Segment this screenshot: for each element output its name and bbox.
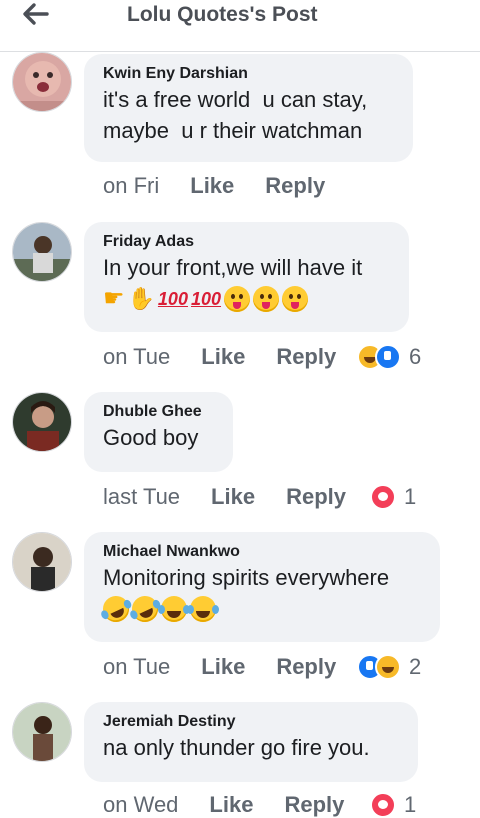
tongue-face-icon xyxy=(224,286,251,312)
reply-button[interactable]: Reply xyxy=(265,173,325,199)
love-reaction-icon xyxy=(370,484,396,510)
like-reaction-icon xyxy=(375,344,401,370)
hundred-points-icon: 100 xyxy=(157,289,188,309)
like-button[interactable]: Like xyxy=(190,173,234,199)
emoji-row xyxy=(98,591,420,627)
arrow-left-icon xyxy=(23,3,49,25)
comment-bubble: Dhuble Ghee Good boy xyxy=(84,392,233,472)
love-reaction-icon xyxy=(370,792,396,818)
haha-reaction-icon xyxy=(375,654,401,680)
like-button[interactable]: Like xyxy=(201,654,245,680)
reply-button[interactable]: Reply xyxy=(286,484,346,510)
comment-text: it's a free world u can stay, maybe u r … xyxy=(103,87,368,143)
reaction-count: 6 xyxy=(409,344,422,369)
comment-time[interactable]: on Wed xyxy=(103,792,178,818)
like-button[interactable]: Like xyxy=(209,792,253,818)
reply-button[interactable]: Reply xyxy=(276,654,336,680)
comment-text: In your front,we will have it xyxy=(103,255,363,280)
rolling-laugh-icon xyxy=(98,591,134,627)
reaction-summary[interactable]: 1 xyxy=(370,484,416,510)
comment-text: na only thunder go fire you. xyxy=(103,735,370,760)
back-button[interactable] xyxy=(20,0,52,28)
comment-bubble: Friday Adas In your front,we will have i… xyxy=(84,222,409,332)
hundred-points-icon: 100 xyxy=(190,289,222,309)
comment-author[interactable]: Friday Adas xyxy=(103,232,389,252)
post-header: Lolu Quotes's Post xyxy=(0,0,480,52)
comment-bubble: Michael Nwankwo Monitoring spirits every… xyxy=(84,532,440,642)
comment-author[interactable]: Kwin Eny Darshian xyxy=(103,64,393,84)
comment-time[interactable]: on Fri xyxy=(103,173,159,199)
comment-actions: on Fri Like Reply xyxy=(103,173,325,199)
reaction-count: 2 xyxy=(409,654,422,679)
reaction-count: 1 xyxy=(404,792,417,817)
tears-of-joy-icon xyxy=(187,596,219,622)
reaction-summary[interactable]: 2 xyxy=(357,654,421,680)
comment-time[interactable]: on Tue xyxy=(103,654,170,680)
comment-author[interactable]: Jeremiah Destiny xyxy=(103,712,398,732)
avatar[interactable] xyxy=(12,392,72,452)
reaction-count: 1 xyxy=(404,484,417,509)
reaction-summary[interactable]: 6 xyxy=(357,344,421,370)
avatar[interactable] xyxy=(12,52,72,112)
avatar[interactable] xyxy=(12,702,72,762)
comment-actions: on Tue Like Reply xyxy=(103,654,336,680)
comment-actions: on Wed Like Reply xyxy=(103,792,344,818)
comment-bubble: Kwin Eny Darshian it's a free world u ca… xyxy=(84,54,413,162)
tears-of-joy-icon xyxy=(158,596,190,622)
comment-time[interactable]: last Tue xyxy=(103,484,180,510)
like-button[interactable]: Like xyxy=(211,484,255,510)
comment-text: Monitoring spirits everywhere xyxy=(103,565,390,590)
avatar[interactable] xyxy=(12,532,72,592)
comment-author[interactable]: Michael Nwankwo xyxy=(103,542,420,562)
emoji-row: ☛ ✋ 100 100 xyxy=(103,284,389,314)
comment-time[interactable]: on Tue xyxy=(103,344,170,370)
comment-bubble: Jeremiah Destiny na only thunder go fire… xyxy=(84,702,418,782)
tongue-face-icon xyxy=(282,286,309,312)
comment-author[interactable]: Dhuble Ghee xyxy=(103,402,213,422)
like-button[interactable]: Like xyxy=(201,344,245,370)
comment-actions: on Tue Like Reply xyxy=(103,344,336,370)
avatar[interactable] xyxy=(12,222,72,282)
reply-button[interactable]: Reply xyxy=(284,792,344,818)
comment-text: Good boy xyxy=(103,425,199,450)
tongue-face-icon xyxy=(253,286,280,312)
pointing-hand-icon: ☛ xyxy=(103,285,125,312)
page-title: Lolu Quotes's Post xyxy=(127,3,318,26)
reply-button[interactable]: Reply xyxy=(276,344,336,370)
ok-hand-icon: ✋ xyxy=(127,286,155,311)
reaction-summary[interactable]: 1 xyxy=(370,792,416,818)
comment-actions: last Tue Like Reply xyxy=(103,484,346,510)
